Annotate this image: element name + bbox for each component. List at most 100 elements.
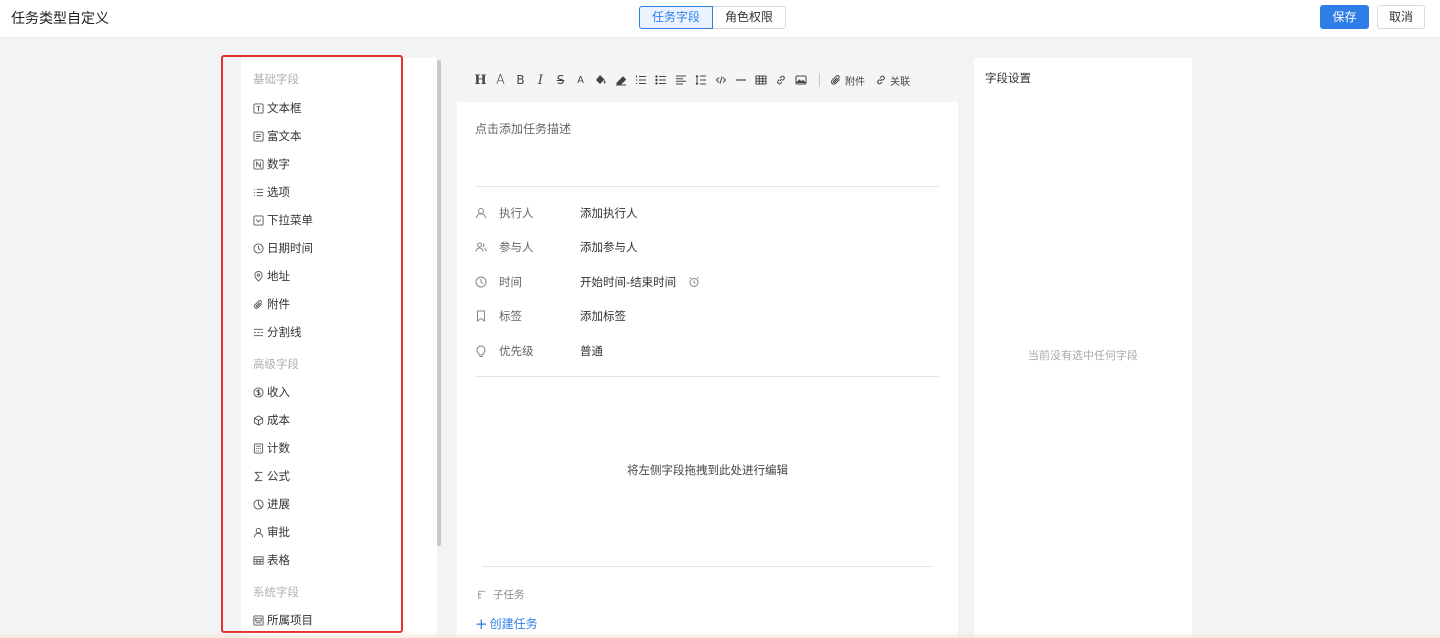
field-item-count[interactable]: 计数 (253, 438, 290, 458)
field-item-project[interactable]: 所属项目 (253, 610, 313, 630)
property-label: 标签 (499, 309, 522, 323)
create-task-button[interactable]: + 创建任务 (475, 615, 538, 632)
add-assignee-button[interactable]: 添加执行人 (580, 205, 638, 221)
insert-image-button[interactable] (793, 73, 808, 88)
heading-icon: H (474, 72, 487, 88)
field-item-label: 所属项目 (267, 613, 313, 627)
subtask-icon (478, 590, 486, 598)
font-size-icon: A (496, 72, 505, 88)
field-item-label: 日期时间 (267, 241, 313, 255)
field-item-label: 富文本 (267, 129, 302, 143)
attachment-button[interactable]: 附件 (830, 73, 865, 88)
line-height-button[interactable] (693, 73, 708, 88)
field-settings-title: 字段设置 (985, 71, 1031, 85)
field-item-label: 收入 (267, 385, 290, 399)
field-item-label: 附件 (267, 297, 290, 311)
field-item-text-box[interactable]: 文本框 (253, 98, 302, 118)
link-icon (877, 75, 885, 85)
user-icon (475, 207, 487, 219)
strikethrough-button[interactable]: S (553, 73, 568, 88)
property-row-priority: 优先级 普通 (475, 341, 935, 361)
field-item-label: 审批 (267, 525, 290, 539)
progress-pie-icon (253, 498, 264, 510)
calculator-icon (253, 442, 264, 454)
create-task-label: 创建任务 (489, 617, 538, 631)
align-left-icon (675, 75, 686, 85)
divider (475, 376, 939, 377)
field-item-label: 下拉菜单 (267, 213, 313, 227)
insert-link-button[interactable] (773, 73, 788, 88)
align-button[interactable] (673, 73, 688, 88)
field-item-table[interactable]: 表格 (253, 550, 290, 570)
insert-table-button[interactable] (753, 73, 768, 88)
property-label: 参与人 (499, 240, 534, 254)
task-editor-panel: H A B I S A 附件 关联 点击添加任务描述 执行人 添加执行人 参与人… (457, 58, 958, 638)
field-item-cost[interactable]: 成本 (253, 410, 290, 430)
time-range-button[interactable]: 开始时间-结束时间 (580, 274, 676, 290)
field-settings-panel: 字段设置 当前没有选中任何字段 (974, 58, 1192, 638)
field-item-attachment[interactable]: 附件 (253, 294, 290, 314)
task-description-input[interactable]: 点击添加任务描述 (475, 120, 571, 137)
link-icon (776, 75, 785, 85)
eraser-button[interactable] (613, 73, 628, 88)
code-button[interactable] (713, 73, 728, 88)
relation-button[interactable]: 关联 (875, 73, 910, 88)
font-size-button[interactable]: A (493, 73, 508, 88)
fill-color-button[interactable] (593, 73, 608, 88)
italic-button[interactable]: I (533, 73, 548, 88)
bold-button[interactable]: B (513, 73, 528, 88)
code-icon (715, 76, 726, 84)
field-item-dropdown[interactable]: 下拉菜单 (253, 210, 313, 230)
alarm-clock-icon[interactable] (688, 276, 700, 288)
clock-icon (253, 242, 264, 254)
property-row-time: 时间 开始时间-结束时间 (475, 272, 935, 292)
cancel-button[interactable]: 取消 (1377, 5, 1425, 29)
property-label: 时间 (499, 275, 522, 289)
priority-selector[interactable]: 普通 (580, 343, 603, 359)
field-item-label: 分割线 (267, 325, 302, 339)
ordered-list-button[interactable] (633, 73, 648, 88)
field-item-divider[interactable]: 分割线 (253, 322, 302, 342)
add-tag-button[interactable]: 添加标签 (580, 308, 626, 324)
page-title: 任务类型自定义 (11, 11, 109, 27)
table-icon (755, 75, 766, 85)
property-row-assignee: 执行人 添加执行人 (475, 203, 935, 223)
field-library-scrollbar[interactable] (437, 60, 441, 546)
field-item-label: 成本 (267, 413, 290, 427)
paperclip-icon (254, 299, 263, 309)
field-item-label: 文本框 (267, 101, 302, 115)
paperclip-icon (831, 75, 840, 85)
horizontal-rule-button[interactable] (733, 73, 748, 88)
field-item-options[interactable]: 选项 (253, 182, 290, 202)
divider-icon (253, 328, 264, 336)
font-color-button[interactable]: A (573, 73, 588, 88)
bullet-list-button[interactable] (653, 73, 668, 88)
field-item-number[interactable]: 数字 (253, 154, 290, 174)
dollar-icon (253, 386, 264, 398)
bookmark-icon (475, 310, 487, 322)
tab-role-permissions[interactable]: 角色权限 (713, 6, 787, 29)
location-pin-icon (254, 270, 263, 282)
field-item-progress[interactable]: 进展 (253, 494, 290, 514)
heading-button[interactable]: H (473, 73, 488, 88)
tab-task-fields[interactable]: 任务字段 (639, 6, 714, 29)
field-item-datetime[interactable]: 日期时间 (253, 238, 313, 258)
add-participant-button[interactable]: 添加参与人 (580, 239, 638, 255)
property-label: 优先级 (499, 344, 534, 358)
field-item-label: 进展 (267, 497, 290, 511)
property-row-participants: 参与人 添加参与人 (475, 237, 935, 257)
save-button[interactable]: 保存 (1320, 5, 1369, 29)
field-item-rich-text[interactable]: 富文本 (253, 126, 302, 146)
field-item-approval[interactable]: 审批 (253, 522, 290, 542)
field-item-formula[interactable]: 公式 (253, 466, 290, 486)
tab-group: 任务字段 角色权限 (639, 6, 787, 29)
field-item-label: 公式 (267, 469, 290, 483)
user-icon (253, 527, 264, 537)
field-item-address[interactable]: 地址 (253, 266, 290, 286)
bottom-edge (0, 632, 1440, 638)
font-color-icon: A (577, 74, 584, 86)
field-item-income[interactable]: 收入 (253, 382, 290, 402)
drop-zone-hint: 将左侧字段拖拽到此处进行编辑 (627, 463, 788, 477)
users-icon (475, 241, 487, 253)
eraser-icon (615, 76, 626, 86)
